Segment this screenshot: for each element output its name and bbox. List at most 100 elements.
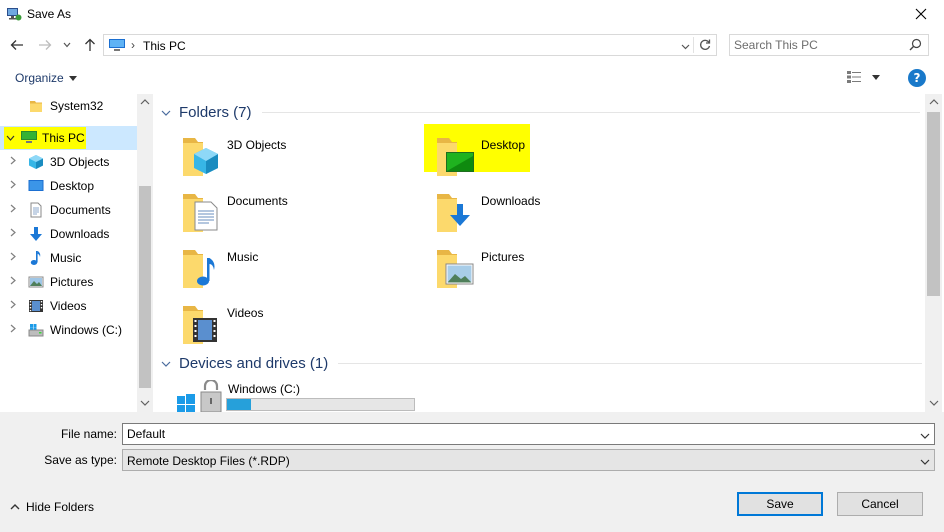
nav-item-system32[interactable]: System32 <box>0 94 137 118</box>
window-title: Save As <box>27 7 72 21</box>
scrollbar-thumb[interactable] <box>927 112 940 296</box>
save-as-app-icon <box>6 6 22 22</box>
chevron-right-icon[interactable] <box>10 156 16 167</box>
documents-icon <box>28 202 44 218</box>
cancel-button[interactable]: Cancel <box>837 492 923 516</box>
nav-item-desktop[interactable]: Desktop <box>0 174 137 198</box>
nav-item-videos[interactable]: Videos <box>0 294 137 318</box>
folder-tile-label: Downloads <box>481 194 541 208</box>
videos-icon <box>28 298 44 314</box>
content-pane-scrollbar[interactable] <box>925 94 942 412</box>
nav-pane-scrollbar[interactable] <box>137 94 153 412</box>
nav-item-label: Videos <box>50 299 87 313</box>
nav-item-label: Downloads <box>50 227 110 241</box>
scroll-down-arrow-icon[interactable] <box>929 399 939 408</box>
organize-label: Organize <box>15 71 64 85</box>
search-icon <box>909 38 922 54</box>
savetype-select[interactable]: Remote Desktop Files (*.RDP) <box>122 449 935 471</box>
nav-item-windows-c[interactable]: Windows (C:) <box>0 318 137 342</box>
address-dropdown-icon[interactable] <box>681 39 690 53</box>
drive-usage-fill <box>227 399 252 410</box>
nav-item-documents[interactable]: Documents <box>0 198 137 222</box>
breadcrumb-separator: › <box>131 38 135 52</box>
savetype-value: Remote Desktop Files (*.RDP) <box>127 454 290 468</box>
breadcrumb-this-pc[interactable]: This PC <box>143 39 186 53</box>
nav-item-label: Music <box>50 251 82 265</box>
nav-item-downloads[interactable]: Downloads <box>0 222 137 246</box>
music-icon <box>28 250 44 266</box>
chevron-down-icon[interactable] <box>161 108 175 118</box>
scroll-up-arrow-icon[interactable] <box>929 98 939 107</box>
chevron-down-icon <box>68 75 77 81</box>
address-bar[interactable]: › This PC <box>103 34 717 56</box>
drive-label: Windows (C:) <box>228 382 301 396</box>
chevron-down-icon[interactable] <box>920 454 930 468</box>
chevron-right-icon[interactable] <box>10 276 16 287</box>
refresh-icon <box>700 39 711 50</box>
nav-item-this-pc[interactable]: This PC <box>0 126 137 150</box>
folder-tile-desktop[interactable]: Desktop <box>435 134 675 184</box>
chevron-down-icon[interactable] <box>6 133 15 143</box>
view-details-icon <box>847 71 861 83</box>
search-box[interactable] <box>729 34 929 56</box>
recent-locations-button[interactable] <box>60 36 74 54</box>
chevron-up-icon <box>10 504 20 510</box>
chevron-down-icon[interactable] <box>161 359 175 369</box>
filename-combobox[interactable] <box>122 423 935 445</box>
chevron-right-icon[interactable] <box>10 300 16 311</box>
back-button[interactable] <box>8 36 26 54</box>
folder-tile-documents[interactable]: Documents <box>181 190 421 240</box>
organize-button[interactable]: Organize <box>15 71 77 85</box>
devices-group-header[interactable]: Devices and drives (1) <box>161 355 923 372</box>
title-bar: Save As <box>0 0 944 28</box>
nav-item-label: Desktop <box>50 179 95 193</box>
nav-item-label: This PC <box>42 131 85 145</box>
scroll-up-arrow-icon[interactable] <box>140 98 150 107</box>
filename-input[interactable] <box>127 426 907 442</box>
chevron-right-icon[interactable] <box>10 252 16 263</box>
forward-button[interactable] <box>36 36 54 54</box>
chevron-down-icon[interactable] <box>920 428 930 442</box>
folder-tile-music[interactable]: Music <box>181 246 421 296</box>
chevron-right-icon[interactable] <box>10 180 16 191</box>
arrow-right-icon <box>39 40 52 50</box>
folder-tile-downloads[interactable]: Downloads <box>435 190 675 240</box>
up-button[interactable] <box>81 36 99 54</box>
chevron-down-icon <box>872 74 880 80</box>
folder-tile-label: 3D Objects <box>227 138 287 152</box>
folder-tile-videos[interactable]: Videos <box>181 302 421 352</box>
videos-folder-icon <box>181 302 221 346</box>
chevron-right-icon[interactable] <box>10 204 16 215</box>
folder-icon <box>28 98 44 114</box>
close-icon <box>915 8 927 20</box>
folders-group-title: Folders (7) <box>179 104 252 121</box>
chevron-right-icon[interactable] <box>10 228 16 239</box>
chevron-right-icon[interactable] <box>10 324 16 335</box>
nav-item-pictures[interactable]: Pictures <box>0 270 137 294</box>
address-divider <box>693 37 694 53</box>
search-input[interactable] <box>734 37 904 53</box>
folder-tile-label: Videos <box>227 306 264 320</box>
hide-folders-label: Hide Folders <box>26 500 95 514</box>
nav-item-3d-objects[interactable]: 3D Objects <box>0 150 137 174</box>
filename-label: File name: <box>60 427 117 441</box>
help-button[interactable]: ? <box>908 69 926 87</box>
scrollbar-thumb[interactable] <box>139 186 151 388</box>
folder-tile-label: Documents <box>227 194 288 208</box>
address-row: › This PC <box>0 30 944 60</box>
change-view-button[interactable] <box>846 70 880 84</box>
folder-tile-3d-objects[interactable]: 3D Objects <box>181 134 421 184</box>
refresh-button[interactable] <box>698 38 712 55</box>
save-button[interactable]: Save <box>737 492 823 516</box>
hide-folders-button[interactable]: Hide Folders <box>10 500 94 514</box>
folders-group-header[interactable]: Folders (7) <box>161 104 920 121</box>
navigation-pane: System32 This PC 3D Objects Desktop Docu… <box>0 94 137 412</box>
savetype-label: Save as type: <box>44 453 117 467</box>
nav-item-label: 3D Objects <box>50 155 110 169</box>
nav-item-music[interactable]: Music <box>0 246 137 270</box>
close-button[interactable] <box>898 0 944 28</box>
devices-group-title: Devices and drives (1) <box>179 355 329 372</box>
music-folder-icon <box>181 246 221 290</box>
scroll-down-arrow-icon[interactable] <box>140 399 150 408</box>
folder-tile-pictures[interactable]: Pictures <box>435 246 675 296</box>
